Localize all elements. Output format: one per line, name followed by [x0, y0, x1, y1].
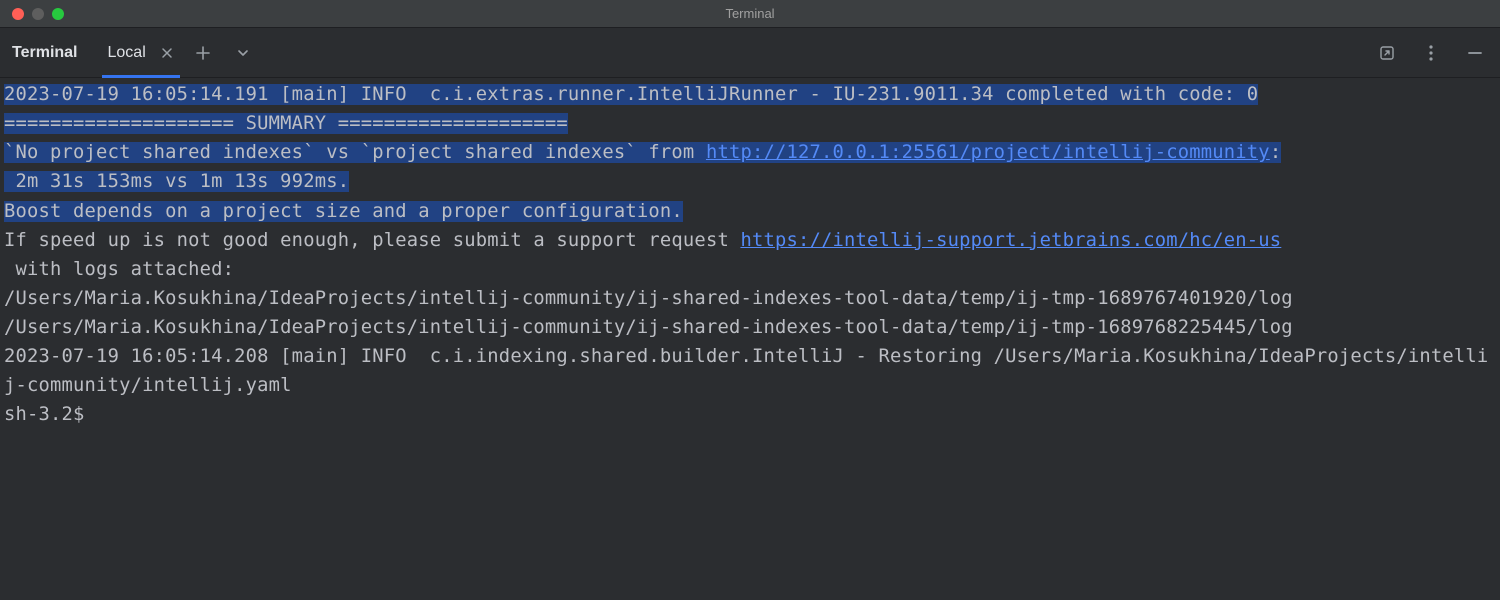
support-url-link[interactable]: https://intellij-support.jetbrains.com/h…	[740, 230, 1281, 251]
terminal-output[interactable]: 2023-07-19 16:05:14.191 [main] INFO c.i.…	[0, 78, 1500, 432]
summary-divider: ==================== SUMMARY ===========…	[4, 113, 568, 134]
shell-prompt: sh-3.2$	[4, 404, 85, 425]
options-menu-icon[interactable]	[1418, 40, 1444, 66]
hide-tool-window-icon[interactable]	[1462, 40, 1488, 66]
window-close-button[interactable]	[12, 8, 24, 20]
tab-active-underline	[102, 75, 180, 78]
compare-suffix: :	[1270, 142, 1282, 163]
tab-label: Local	[108, 44, 146, 62]
tab-options-dropdown-icon[interactable]	[230, 40, 256, 66]
titlebar: Terminal	[0, 0, 1500, 28]
compare-text: `No project shared indexes` vs `project …	[4, 142, 706, 163]
restore-line: 2023-07-19 16:05:14.208 [main] INFO c.i.…	[4, 346, 1488, 396]
maximize-tool-window-icon[interactable]	[1374, 40, 1400, 66]
speedup-text: If speed up is not good enough, please s…	[4, 230, 740, 251]
log-path-1: /Users/Maria.Kosukhina/IdeaProjects/inte…	[4, 288, 1293, 309]
window-minimize-button[interactable]	[32, 8, 44, 20]
timings-line: 2m 31s 153ms vs 1m 13s 992ms.	[4, 171, 349, 192]
boost-line: Boost depends on a project size and a pr…	[4, 201, 683, 222]
terminal-tab-local[interactable]: Local	[102, 28, 180, 78]
with-logs-line: with logs attached:	[4, 259, 234, 280]
project-url-link[interactable]: http://127.0.0.1:25561/project/intellij-…	[706, 142, 1270, 163]
window-title: Terminal	[725, 6, 774, 21]
log-path-2: /Users/Maria.Kosukhina/IdeaProjects/inte…	[4, 317, 1293, 338]
new-tab-button[interactable]	[190, 40, 216, 66]
log-line: 2023-07-19 16:05:14.191 [main] INFO c.i.…	[4, 84, 1258, 105]
close-tab-icon[interactable]	[158, 44, 176, 62]
terminal-toolbar: Terminal Local	[0, 28, 1500, 78]
traffic-lights	[0, 8, 64, 20]
tool-window-title: Terminal	[12, 44, 78, 62]
window-maximize-button[interactable]	[52, 8, 64, 20]
